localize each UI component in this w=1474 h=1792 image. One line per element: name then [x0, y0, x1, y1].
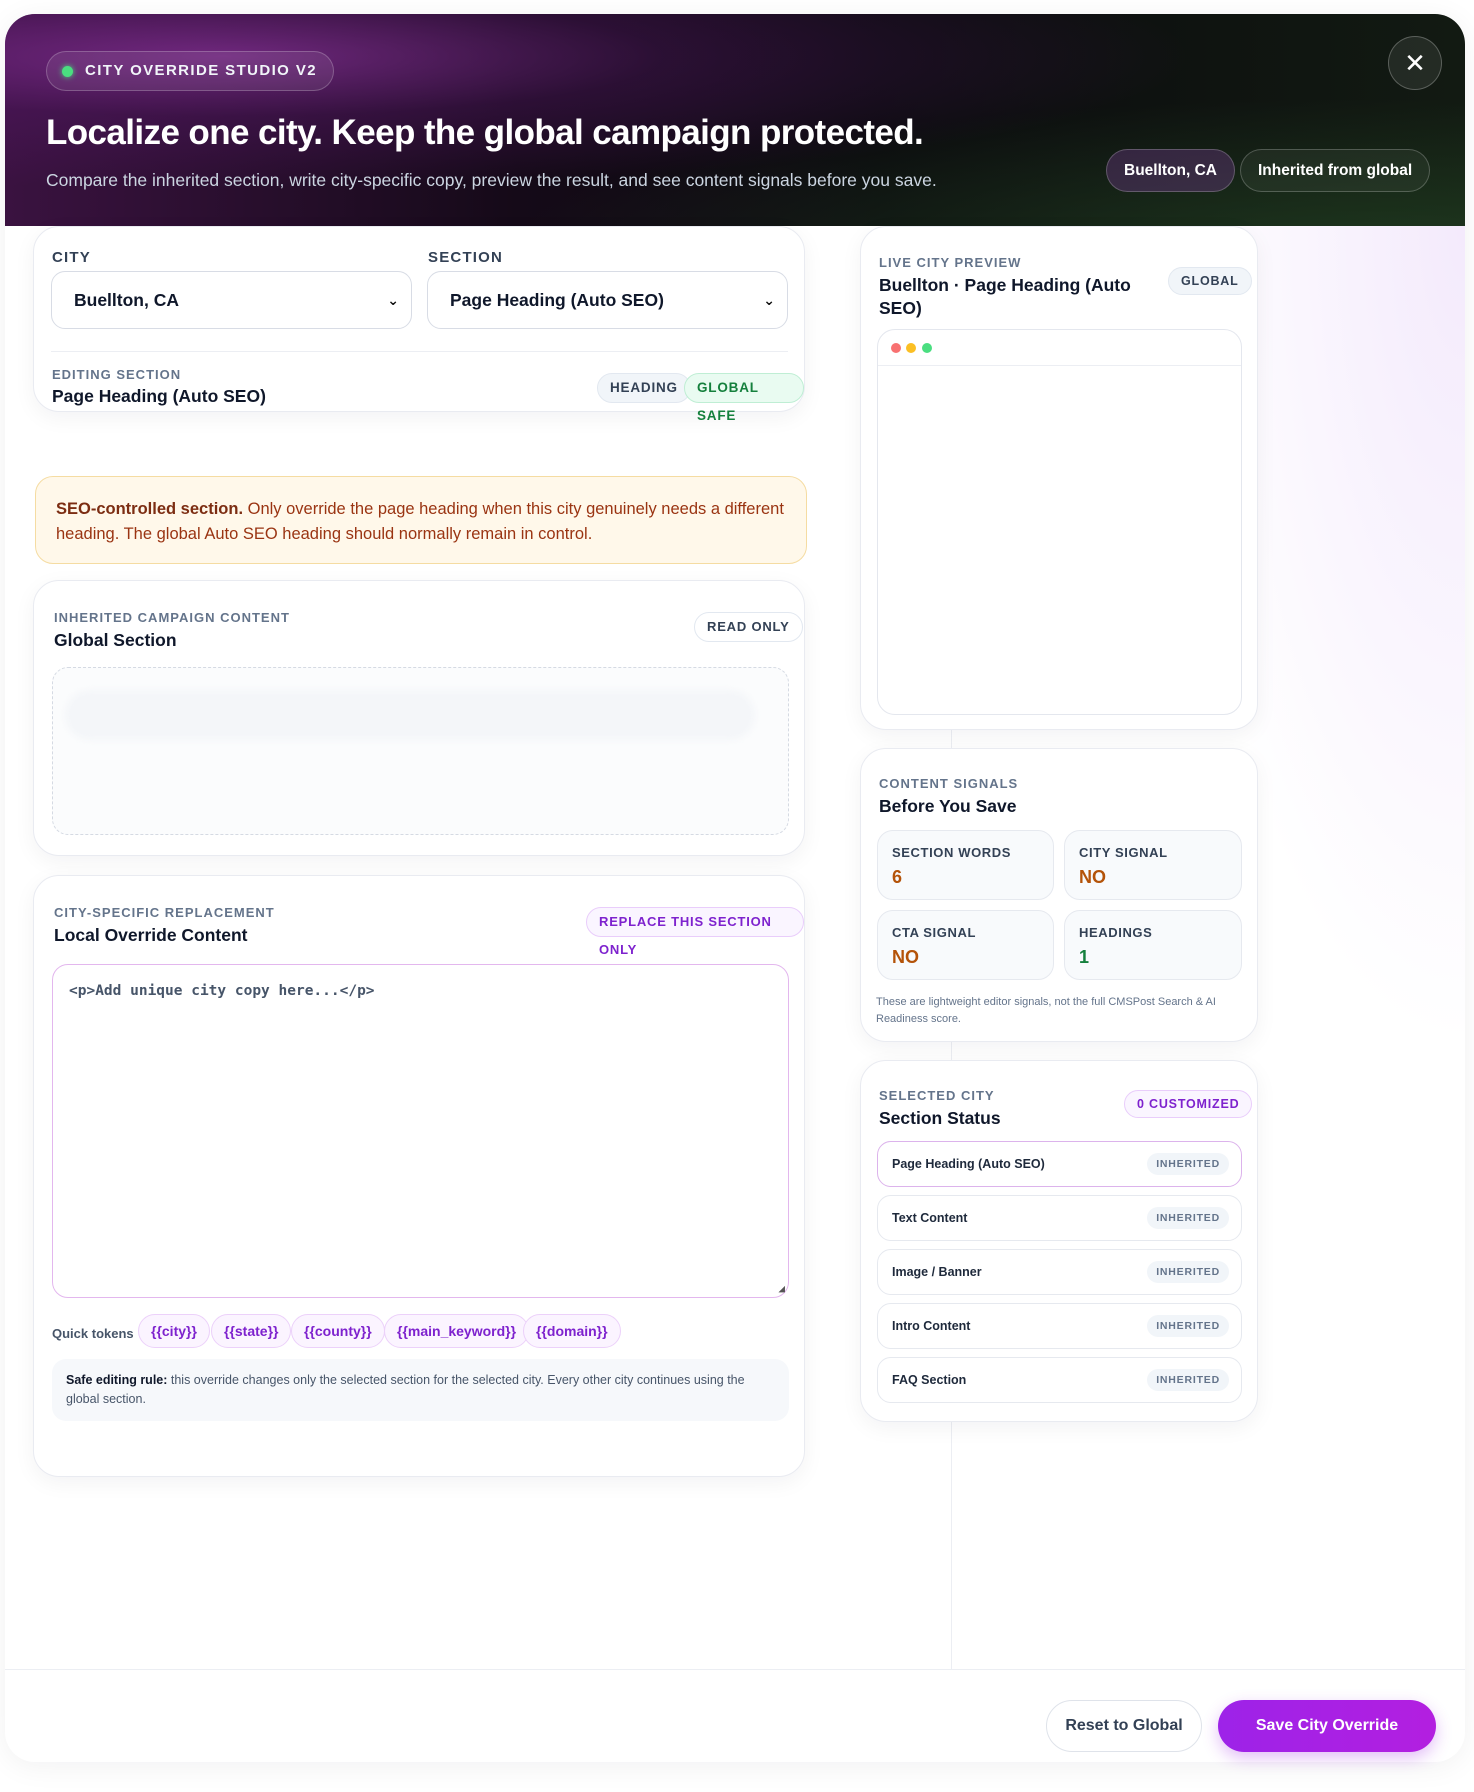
override-card: CITY-SPECIFIC REPLACEMENT Local Override…	[33, 875, 805, 1477]
heading-chip: HEADING	[597, 373, 691, 403]
section-select[interactable]: Page Heading (Auto SEO) ⌄	[427, 271, 788, 329]
status-card: SELECTED CITY Section Status 0 CUSTOMIZE…	[860, 1060, 1258, 1422]
reset-to-global-button[interactable]: Reset to Global	[1046, 1700, 1202, 1752]
status-row[interactable]: FAQ Section INHERITED	[877, 1357, 1242, 1403]
save-city-override-button[interactable]: Save City Override	[1218, 1700, 1436, 1752]
status-dot-icon	[62, 66, 73, 77]
section-label: SECTION	[428, 249, 504, 266]
seo-warning: SEO-controlled section. Only override th…	[35, 476, 807, 564]
read-only-chip: READ ONLY	[694, 612, 803, 642]
city-select[interactable]: Buellton, CA ⌄	[51, 271, 412, 329]
footer-divider	[5, 1669, 1465, 1670]
token-domain[interactable]: {{domain}}	[523, 1314, 621, 1348]
inherited-card: INHERITED CAMPAIGN CONTENT Global Sectio…	[33, 580, 805, 856]
resize-handle-icon[interactable]: ◢	[778, 1282, 785, 1295]
status-row[interactable]: Page Heading (Auto SEO) INHERITED	[877, 1141, 1242, 1187]
status-badge: INHERITED	[1147, 1369, 1229, 1391]
city-override-modal: CITY OVERRIDE STUDIO V2 Localize one cit…	[5, 14, 1465, 1762]
signals-note: These are lightweight editor signals, no…	[876, 996, 1216, 1025]
inherited-label: INHERITED CAMPAIGN CONTENT	[54, 610, 290, 625]
modal-header: CITY OVERRIDE STUDIO V2 Localize one cit…	[5, 14, 1465, 226]
inherited-title: Global Section	[54, 630, 177, 650]
modal-title: Localize one city. Keep the global campa…	[46, 113, 924, 152]
status-badge: INHERITED	[1147, 1207, 1229, 1229]
editing-section-value: Page Heading (Auto SEO)	[52, 386, 266, 406]
status-row[interactable]: Text Content INHERITED	[877, 1195, 1242, 1241]
signal-city: CITY SIGNAL NO	[1064, 830, 1242, 900]
customized-count-chip: 0 CUSTOMIZED	[1124, 1090, 1253, 1118]
status-badge: INHERITED	[1147, 1315, 1229, 1337]
window-maximize-dot-icon	[922, 343, 932, 353]
status-label: SELECTED CITY	[879, 1088, 995, 1103]
editing-section-label: EDITING SECTION	[52, 367, 182, 382]
signals-label: CONTENT SIGNALS	[879, 776, 1019, 791]
city-label: CITY	[52, 249, 91, 266]
override-textarea[interactable]: <p>Add unique city copy here...</p> ◢	[52, 964, 789, 1298]
status-badge: INHERITED	[1147, 1153, 1229, 1175]
token-city[interactable]: {{city}}	[138, 1314, 210, 1348]
override-title: Local Override Content	[54, 925, 248, 945]
city-pill: Buellton, CA	[1106, 149, 1235, 192]
chevron-down-icon: ⌄	[763, 292, 775, 308]
browser-toolbar	[878, 330, 1241, 366]
preview-label: LIVE CITY PREVIEW	[879, 255, 1022, 270]
override-label: CITY-SPECIFIC REPLACEMENT	[54, 905, 275, 920]
signals-title: Before You Save	[879, 796, 1017, 816]
status-badge: INHERITED	[1147, 1261, 1229, 1283]
close-button[interactable]: ✕	[1388, 36, 1442, 90]
preview-card: LIVE CITY PREVIEW Buellton · Page Headin…	[860, 226, 1258, 730]
global-chip: GLOBAL	[1168, 267, 1252, 295]
replace-section-chip: REPLACE THIS SECTION ONLY	[586, 907, 804, 957]
studio-badge: CITY OVERRIDE STUDIO V2	[46, 51, 334, 91]
status-row[interactable]: Intro Content INHERITED	[877, 1303, 1242, 1349]
safe-editing-rule: Safe editing rule: this override changes…	[52, 1359, 789, 1421]
selector-card: CITY Buellton, CA ⌄ SECTION Page Heading…	[33, 226, 805, 423]
status-row[interactable]: Image / Banner INHERITED	[877, 1249, 1242, 1295]
window-minimize-dot-icon	[906, 343, 916, 353]
token-county[interactable]: {{county}}	[291, 1314, 385, 1348]
quick-tokens-label: Quick tokens	[52, 1326, 134, 1341]
global-safe-chip: GLOBAL SAFE	[684, 373, 804, 423]
preview-browser	[877, 329, 1242, 715]
signal-headings: HEADINGS 1	[1064, 910, 1242, 980]
inherited-pill: Inherited from global	[1240, 149, 1431, 192]
token-main-keyword[interactable]: {{main_keyword}}	[384, 1314, 530, 1348]
signal-section-words: SECTION WORDS 6	[877, 830, 1054, 900]
modal-subtitle: Compare the inherited section, write cit…	[46, 170, 937, 190]
signal-cta: CTA SIGNAL NO	[877, 910, 1054, 980]
chevron-down-icon: ⌄	[387, 292, 399, 308]
token-state[interactable]: {{state}}	[211, 1314, 292, 1348]
close-icon: ✕	[1404, 48, 1426, 78]
global-content-box	[52, 667, 789, 835]
preview-title: Buellton · Page Heading (Auto SEO)	[879, 275, 1131, 318]
signals-card: CONTENT SIGNALS Before You Save SECTION …	[860, 748, 1258, 1042]
window-close-dot-icon	[891, 343, 901, 353]
status-title: Section Status	[879, 1108, 1001, 1128]
